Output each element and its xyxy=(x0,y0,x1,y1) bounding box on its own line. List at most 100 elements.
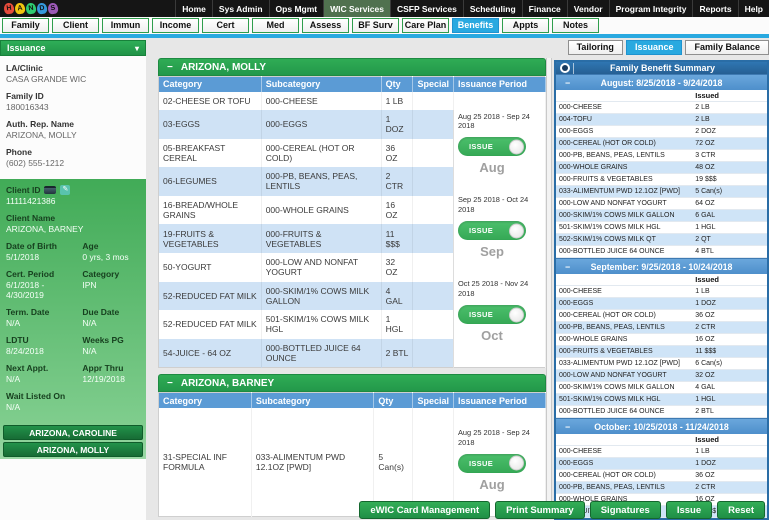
cell-qty: 2 CTR xyxy=(381,167,413,196)
main-scrollbar[interactable] xyxy=(546,58,552,518)
summary-row: 000-SKIM/1% COWS MILK GALLON4 GAL xyxy=(556,382,767,394)
edit-icon[interactable]: ✎ xyxy=(60,185,70,195)
month-label: Oct xyxy=(458,328,526,343)
cell-qty: 1 LB xyxy=(381,92,413,110)
summary-item-name: 000-CEREAL (HOT OR COLD) xyxy=(556,310,695,321)
tab-immun[interactable]: Immun xyxy=(102,18,149,33)
signatures-button[interactable]: Signatures xyxy=(590,501,661,519)
cell-qty: 36 OZ xyxy=(381,139,413,168)
toggle-knob xyxy=(509,307,524,322)
module-tab-bar: FamilyClientImmunIncomeCertMedAssessBF S… xyxy=(0,17,769,34)
tab-notes[interactable]: Notes xyxy=(552,18,599,33)
field-value: 180016343 xyxy=(6,102,140,112)
tab-appts[interactable]: Appts xyxy=(502,18,549,33)
field-label: Cert. Period xyxy=(6,269,82,279)
menu-item-reports[interactable]: Reports xyxy=(692,0,737,17)
menu-item-vendor[interactable]: Vendor xyxy=(567,0,609,17)
menu-item-scheduling[interactable]: Scheduling xyxy=(463,0,522,17)
field-label: LDTU xyxy=(6,335,82,345)
tab-benefits[interactable]: Benefits xyxy=(452,18,499,33)
menu-item-wic-services[interactable]: WIC Services xyxy=(323,0,390,17)
field-value: 12/19/2018 xyxy=(82,374,140,384)
issue-button[interactable]: Issue xyxy=(666,501,712,519)
summary-item-qty: 2 CTR xyxy=(695,482,767,493)
summary-row: 502-SKIM/1% COWS MILK QT2 QT xyxy=(556,234,767,246)
summary-row: 000-LOW AND NONFAT YOGURT64 OZ xyxy=(556,198,767,210)
summary-month-header[interactable]: −August: 8/25/2018 - 9/24/2018 xyxy=(556,74,767,90)
menu-item-program-integrity[interactable]: Program Integrity xyxy=(609,0,693,17)
summary-item-name: 000-CHEESE xyxy=(556,286,695,297)
cell-special xyxy=(413,110,454,139)
summary-item-qty: 19 $$$ xyxy=(695,174,767,185)
menu-item-ops-mgmt[interactable]: Ops Mgmt xyxy=(269,0,324,17)
collapse-all-icon[interactable] xyxy=(560,63,570,73)
issue-toggle[interactable]: ISSUE xyxy=(458,221,526,240)
menu-item-sys-admin[interactable]: Sys Admin xyxy=(212,0,269,17)
hand-glyph: S xyxy=(47,2,58,14)
field-value: IPN xyxy=(82,280,140,290)
benefit-tab-tailoring[interactable]: Tailoring xyxy=(568,40,623,55)
summary-item-qty: 3 CTR xyxy=(695,150,767,161)
menu-item-help[interactable]: Help xyxy=(738,0,769,17)
table-head: CategorySubcategoryQtySpecialIssuance Pe… xyxy=(159,393,546,408)
menu-item-finance[interactable]: Finance xyxy=(522,0,567,17)
summary-row: 000-SKIM/1% COWS MILK GALLON6 GAL xyxy=(556,210,767,222)
menu-item-home[interactable]: Home xyxy=(175,0,212,17)
issue-toggle[interactable]: ISSUE xyxy=(458,305,526,324)
summary-month-header[interactable]: −September: 9/25/2018 - 10/24/2018 xyxy=(556,258,767,274)
summary-item-name: 000-EGGS xyxy=(556,126,695,137)
field-value: N/A xyxy=(6,402,140,412)
tab-care-plan[interactable]: Care Plan xyxy=(402,18,449,33)
cell-subcategory: 000-SKIM/1% COWS MILK GALLON xyxy=(261,282,381,311)
table-header-row: CategorySubcategoryQtySpecialIssuance Pe… xyxy=(159,393,546,408)
summary-item-name: 501-SKIM/1% COWS MILK HGL xyxy=(556,394,695,405)
issuance-panel-header[interactable]: Issuance ▾ xyxy=(0,40,146,56)
summary-item-qty: 6 GAL xyxy=(695,210,767,221)
summary-item-qty: 2 DOZ xyxy=(695,126,767,137)
tab-family[interactable]: Family xyxy=(2,18,49,33)
tab-income[interactable]: Income xyxy=(152,18,199,33)
client-field-cert-period: Cert. Period6/1/2018 - 4/30/2019 xyxy=(6,269,82,300)
client-field-due-date: Due DateN/A xyxy=(82,307,140,328)
section-header-arizona-molly[interactable]: −ARIZONA, MOLLY xyxy=(158,58,546,76)
wait-listed-field: Wait Listed OnN/A xyxy=(6,391,140,412)
issue-toggle[interactable]: ISSUE xyxy=(458,137,526,156)
right-column: TailoringIssuanceFamily Balance Family B… xyxy=(554,40,769,520)
tab-med[interactable]: Med xyxy=(252,18,299,33)
member-button-arizona-caroline[interactable]: ARIZONA, CAROLINE xyxy=(3,425,143,440)
section-header-arizona-barney[interactable]: −ARIZONA, BARNEY xyxy=(158,374,546,392)
benefit-tab-family-balance[interactable]: Family Balance xyxy=(685,40,769,55)
field-value: N/A xyxy=(6,374,82,384)
content-area: Issuance ▾ LA/ClinicCASA GRANDE WICFamil… xyxy=(0,38,769,520)
tab-bf-surv[interactable]: BF Surv xyxy=(352,18,399,33)
field-value: 6/1/2018 - 4/30/2019 xyxy=(6,280,82,300)
tab-assess[interactable]: Assess xyxy=(302,18,349,33)
print-summary-button[interactable]: Print Summary xyxy=(495,501,585,519)
ewic-card-icon[interactable] xyxy=(44,186,56,194)
section-title: ARIZONA, BARNEY xyxy=(181,378,274,389)
summary-month-september: −September: 9/25/2018 - 10/24/2018Issued… xyxy=(556,258,767,418)
benefit-tab-issuance[interactable]: Issuance xyxy=(626,40,683,55)
tab-cert[interactable]: Cert xyxy=(202,18,249,33)
client-field-pair: Date of Birth5/1/2018Age0 yrs, 3 mos xyxy=(6,241,140,262)
summary-month-august: −August: 8/25/2018 - 9/24/2018Issued000-… xyxy=(556,74,767,258)
menu-item-csfp-services[interactable]: CSFP Services xyxy=(390,0,463,17)
summary-row: 004-TOFU2 LB xyxy=(556,114,767,126)
issue-toggle[interactable]: ISSUE xyxy=(458,454,526,473)
ewic-card-management-button[interactable]: eWIC Card Management xyxy=(359,501,490,519)
field-label: Age xyxy=(82,241,140,251)
family-field-phone: Phone(602) 555-1212 xyxy=(6,147,140,168)
client-info-box: Client ID✎11111421386Client NameARIZONA,… xyxy=(0,179,146,423)
summary-item-qty: 32 OZ xyxy=(695,370,767,381)
cell-category: 16-BREAD/WHOLE GRAINS xyxy=(159,196,262,225)
member-button-arizona-molly[interactable]: ARIZONA, MOLLY xyxy=(3,442,143,457)
summary-item-name: 033-ALIMENTUM PWD 12.1OZ [PWD] xyxy=(556,186,695,197)
field-label: Auth. Rep. Name xyxy=(6,119,140,129)
reset-button[interactable]: Reset xyxy=(717,501,765,519)
summary-item-name: 000-PB, BEANS, PEAS, LENTILS xyxy=(556,150,695,161)
client-field-pair: LDTU8/24/2018Weeks PGN/A xyxy=(6,335,140,356)
footer-button-bar: eWIC Card Management Print Summary Signatu… xyxy=(359,501,765,519)
summary-row: 000-BOTTLED JUICE 64 OUNCE4 BTL xyxy=(556,246,767,258)
tab-client[interactable]: Client xyxy=(52,18,99,33)
summary-month-header[interactable]: −October: 10/25/2018 - 11/24/2018 xyxy=(556,418,767,434)
